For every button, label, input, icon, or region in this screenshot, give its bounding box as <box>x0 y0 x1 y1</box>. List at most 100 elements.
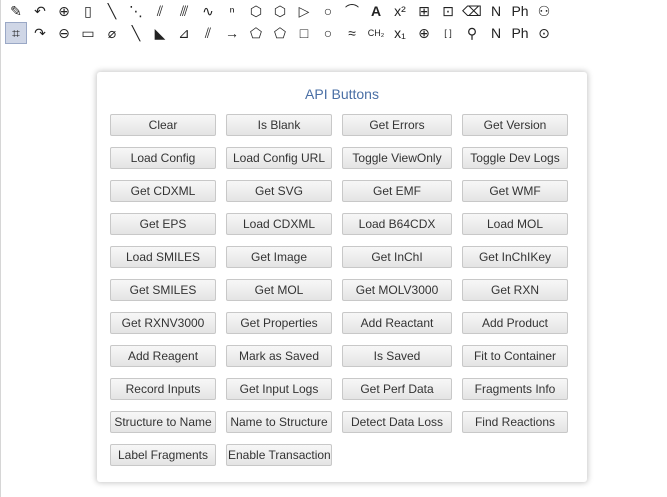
brackets-icon: [ ] <box>444 28 452 38</box>
is-saved-button[interactable]: Is Saved <box>342 345 452 367</box>
wavy-hashed-bond-icon: ⫻ <box>179 3 189 19</box>
fit-to-container-button[interactable]: Fit to Container <box>462 345 568 367</box>
get-input-logs-button[interactable]: Get Input Logs <box>226 378 332 400</box>
superscript-icon: x² <box>394 3 406 19</box>
load-config-url-button[interactable]: Load Config URL <box>226 147 332 169</box>
get-image-button[interactable]: Get Image <box>226 246 332 268</box>
add-product-button[interactable]: Add Product <box>462 312 568 334</box>
toolbar-row-2: ⌗ ↷ ⊖ ▭ ⌀ ╲ ◣ ⊿ ⫽ → ⬠ ⬠ □ ○ ≈ CH₂ x₁ ⊕ [ ] ⚲ N Ph ⊙ <box>5 22 557 44</box>
load-config-button[interactable]: Load Config <box>110 147 216 169</box>
get-wmf-button[interactable]: Get WMF <box>462 180 568 202</box>
double-bond-tool-button[interactable]: ⫽ <box>197 22 219 44</box>
undo-icon: ↶ <box>34 3 46 19</box>
benzene-tool-button[interactable]: ⬡ <box>245 0 267 22</box>
detect-data-loss-button[interactable]: Detect Data Loss <box>342 411 452 433</box>
zoom-in-tool-button[interactable]: ⊕ <box>53 0 75 22</box>
get-rxnv3000-button[interactable]: Get RXNV3000 <box>110 312 216 334</box>
paste-tool-button[interactable]: ▯ <box>77 0 99 22</box>
add-reagent-button[interactable]: Add Reagent <box>110 345 216 367</box>
name-tool-button[interactable]: N <box>485 22 507 44</box>
redo-tool-button[interactable]: ↷ <box>29 22 51 44</box>
circle-tool-button[interactable]: ○ <box>317 0 339 22</box>
text-tool-button[interactable]: A <box>365 0 387 22</box>
load-cdxml-button[interactable]: Load CDXML <box>226 213 332 235</box>
add-reactant-button[interactable]: Add Reactant <box>342 312 452 334</box>
wavy-line-tool-button[interactable]: ≈ <box>341 22 363 44</box>
marquee-select-tool-button[interactable]: ⌗ <box>5 22 27 44</box>
person-icon: ⚇ <box>537 3 551 19</box>
grid-select-tool-button[interactable]: ⊡ <box>437 0 459 22</box>
mark-as-saved-button[interactable]: Mark as Saved <box>226 345 332 367</box>
square-tool-button[interactable]: □ <box>293 22 315 44</box>
superscript-tool-button[interactable]: x² <box>389 0 411 22</box>
get-smiles-button[interactable]: Get SMILES <box>110 279 216 301</box>
undo-tool-button[interactable]: ↶ <box>29 0 51 22</box>
toggle-viewonly-button[interactable]: Toggle ViewOnly <box>342 147 452 169</box>
subscript-tool-button[interactable]: x₁ <box>389 22 411 44</box>
copy-tool-button[interactable]: ▭ <box>77 22 99 44</box>
wedge-bond-tool-button[interactable]: ◣ <box>149 22 171 44</box>
lasso-tool-button[interactable]: ✎ <box>5 0 27 22</box>
bracket-shape-tool-button[interactable]: ⌒ <box>341 0 363 22</box>
get-perf-data-button[interactable]: Get Perf Data <box>342 378 452 400</box>
hashed-bond-tool-button[interactable]: ⫽ <box>149 0 171 22</box>
get-molv3000-button[interactable]: Get MOLV3000 <box>342 279 452 301</box>
get-svg-button[interactable]: Get SVG <box>226 180 332 202</box>
chain-tool-button[interactable]: ⁿ <box>221 0 243 22</box>
ph-tool-button[interactable]: Ph <box>509 22 531 44</box>
get-emf-button[interactable]: Get EMF <box>342 180 452 202</box>
pentagon-tool-button[interactable]: ⬠ <box>245 22 267 44</box>
get-cdxml-button[interactable]: Get CDXML <box>110 180 216 202</box>
ph-structure-tool-button[interactable]: Ph <box>509 0 531 22</box>
structure-to-name-button[interactable]: Structure to Name <box>110 411 216 433</box>
load-smiles-button[interactable]: Load SMILES <box>110 246 216 268</box>
rxn-tool-button[interactable]: ⚲ <box>461 22 483 44</box>
toggle-dev-logs-button[interactable]: Toggle Dev Logs <box>462 147 568 169</box>
clear-button[interactable]: Clear <box>110 114 216 136</box>
ring-template-tool-button[interactable]: ⊕ <box>413 22 435 44</box>
target-tool-button[interactable]: ⊙ <box>533 22 555 44</box>
person-tool-button[interactable]: ⚇ <box>533 0 555 22</box>
enable-transaction-button[interactable]: Enable Transaction <box>226 444 332 466</box>
record-inputs-button[interactable]: Record Inputs <box>110 378 216 400</box>
wavy-hashed-bond-tool-button[interactable]: ⫻ <box>173 0 195 22</box>
name-structure-tool-button[interactable]: N <box>485 0 507 22</box>
get-mol-button[interactable]: Get MOL <box>226 279 332 301</box>
bold-bond-icon: ╲ <box>131 25 141 41</box>
arrow-tool-button[interactable]: → <box>221 22 243 44</box>
get-properties-button[interactable]: Get Properties <box>226 312 332 334</box>
eraser-tool-icon: ⌫ <box>462 3 482 19</box>
find-reactions-button[interactable]: Find Reactions <box>462 411 568 433</box>
eraser-tool-tool-button[interactable]: ⌫ <box>461 0 483 22</box>
dashed-bond-icon: ⋱ <box>129 3 143 19</box>
zoom-out-tool-button[interactable]: ⊖ <box>53 22 75 44</box>
is-blank-button[interactable]: Is Blank <box>226 114 332 136</box>
get-rxn-button[interactable]: Get RXN <box>462 279 568 301</box>
get-errors-button[interactable]: Get Errors <box>342 114 452 136</box>
wavy-bond-tool-button[interactable]: ∿ <box>197 0 219 22</box>
get-inchi-button[interactable]: Get InChI <box>342 246 452 268</box>
fragments-info-button[interactable]: Fragments Info <box>462 378 568 400</box>
hexagon-tool-button[interactable]: ⬡ <box>269 0 291 22</box>
load-mol-button[interactable]: Load MOL <box>462 213 568 235</box>
grid-select-icon: ⊡ <box>442 3 454 19</box>
label-fragments-button[interactable]: Label Fragments <box>110 444 216 466</box>
get-version-button[interactable]: Get Version <box>462 114 568 136</box>
load-b64cdx-button[interactable]: Load B64CDX <box>342 213 452 235</box>
pentagon-alt-tool-button[interactable]: ⬠ <box>269 22 291 44</box>
get-inchikey-button[interactable]: Get InChIKey <box>462 246 568 268</box>
formula-tool-button[interactable]: CH₂ <box>365 22 387 44</box>
bold-bond-tool-button[interactable]: ╲ <box>125 22 147 44</box>
hashed-wedge-bond-tool-button[interactable]: ⊿ <box>173 22 195 44</box>
brackets-tool-button[interactable]: [ ] <box>437 22 459 44</box>
name-to-structure-button[interactable]: Name to Structure <box>226 411 332 433</box>
text-icon: A <box>370 3 382 19</box>
get-eps-button[interactable]: Get EPS <box>110 213 216 235</box>
single-bond-tool-button[interactable]: ╲ <box>101 0 123 22</box>
table-tool-button[interactable]: ⊞ <box>413 0 435 22</box>
ellipse-tool-button[interactable]: ○ <box>317 22 339 44</box>
eraser-tool-button[interactable]: ⌀ <box>101 22 123 44</box>
zoom-out-icon: ⊖ <box>58 25 70 41</box>
triangle-tool-button[interactable]: ▷ <box>293 0 315 22</box>
dashed-bond-tool-button[interactable]: ⋱ <box>125 0 147 22</box>
